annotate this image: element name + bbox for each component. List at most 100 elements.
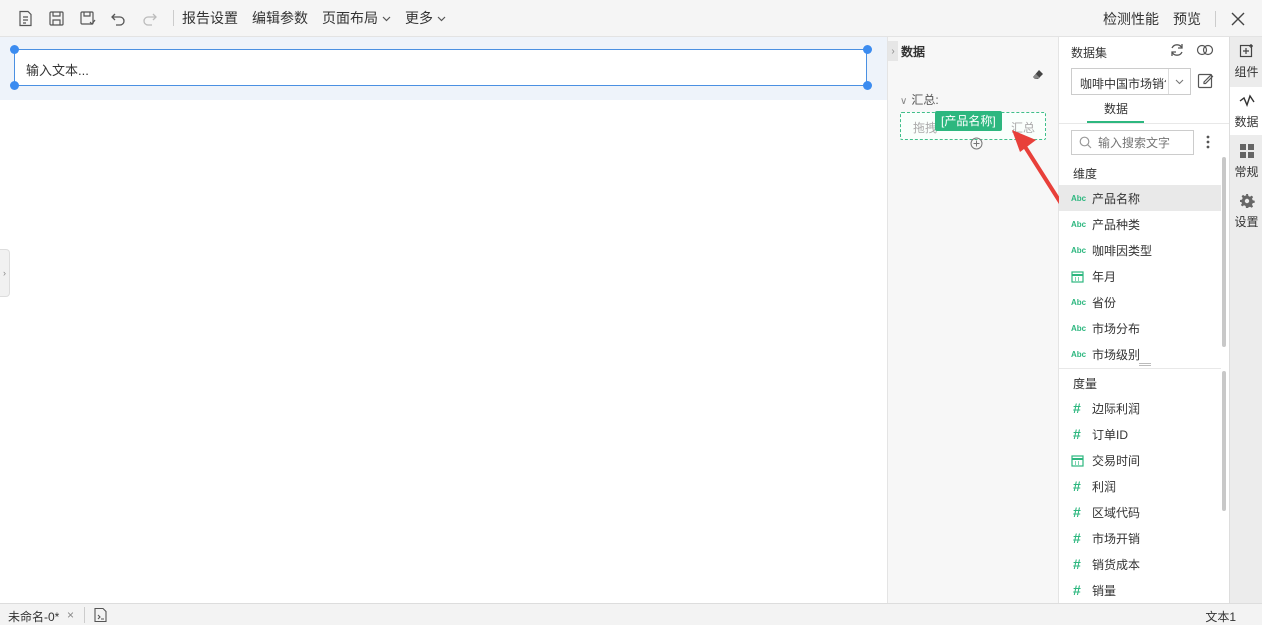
resize-handle[interactable] (863, 81, 872, 90)
measure-header: 度量 (1073, 377, 1098, 391)
edit-dataset-icon[interactable] (1197, 72, 1214, 89)
field-type-icon (1071, 270, 1087, 283)
summary-label: 汇总: (911, 93, 939, 107)
dataset-selected-value: 咖啡中国市场销售 (1080, 77, 1166, 91)
eraser-icon[interactable] (1032, 69, 1044, 81)
toolbar-right: 检测性能 预览 (1089, 0, 1262, 37)
field-item[interactable]: 年月 (1059, 263, 1221, 289)
report-settings-menu[interactable]: 报告设置 (182, 8, 238, 28)
field-item[interactable]: # 市场开销 (1059, 525, 1221, 551)
field-type-icon: Abc (1071, 298, 1087, 307)
field-name: 产品种类 (1092, 217, 1141, 232)
field-item[interactable]: Abc 产品名称 (1059, 185, 1221, 211)
field-type-icon: Abc (1071, 246, 1087, 255)
dimension-header: 维度 (1073, 167, 1098, 181)
dataset-relation-icon[interactable] (1196, 42, 1214, 58)
text-component-input[interactable]: 输入文本... (14, 49, 867, 86)
resize-handle[interactable] (863, 45, 872, 54)
dataset-select[interactable]: 咖啡中国市场销售 (1071, 68, 1191, 95)
gear-icon (1239, 194, 1255, 208)
field-item[interactable]: Abc 产品种类 (1059, 211, 1221, 237)
rail-item-general[interactable]: 常规 (1230, 137, 1262, 185)
status-separator (84, 607, 85, 623)
rail-label: 数据 (1234, 115, 1259, 129)
field-item[interactable]: Abc 咖啡因类型 (1059, 237, 1221, 263)
field-item[interactable]: # 利润 (1059, 473, 1221, 499)
text-type-icon: Abc (1071, 219, 1087, 229)
refresh-icon[interactable] (1169, 42, 1185, 58)
measure-scrollbar[interactable] (1222, 371, 1226, 511)
dataset-label: 数据集 (1071, 46, 1108, 60)
number-type-icon: # (1073, 504, 1081, 520)
rail-item-data[interactable]: 数据 (1230, 87, 1262, 135)
rail-item-components[interactable]: 组件 (1230, 37, 1262, 85)
section-divider (1059, 368, 1221, 369)
field-type-icon: # (1071, 426, 1087, 442)
redo-icon[interactable] (137, 6, 161, 30)
page-layout-menu[interactable]: 页面布局 (322, 8, 391, 28)
resize-handle[interactable] (10, 45, 19, 54)
field-item[interactable]: Abc 市场分布 (1059, 315, 1221, 341)
add-circle-icon[interactable] (970, 137, 983, 150)
field-item[interactable]: 交易时间 (1059, 447, 1221, 473)
field-item[interactable]: # 边际利润 (1059, 395, 1221, 421)
field-name: 市场开销 (1092, 531, 1141, 546)
field-item[interactable]: # 销量 (1059, 577, 1221, 603)
check-performance-button[interactable]: 检测性能 (1103, 9, 1159, 29)
save-as-icon[interactable] (75, 6, 99, 30)
resize-grip[interactable] (1139, 363, 1151, 366)
field-name: 咖啡因类型 (1092, 243, 1153, 258)
resize-handle[interactable] (10, 81, 19, 90)
search-icon (1079, 136, 1092, 149)
text-type-icon: Abc (1071, 349, 1087, 359)
grid-icon (1239, 144, 1254, 158)
search-input[interactable] (1098, 134, 1188, 151)
toolbar-separator (173, 10, 174, 26)
field-type-icon (1071, 454, 1087, 467)
summary-section[interactable]: ∨ 汇总: (900, 91, 939, 108)
tab-data[interactable]: 数据 (1087, 100, 1145, 117)
number-type-icon: # (1073, 400, 1081, 416)
field-type-icon: # (1071, 504, 1087, 520)
chevron-down-icon[interactable] (1168, 69, 1190, 94)
rail-item-settings[interactable]: 设置 (1230, 187, 1262, 235)
field-name: 产品名称 (1092, 191, 1141, 206)
text-placeholder: 输入文本... (26, 63, 89, 78)
field-item[interactable]: # 订单ID (1059, 421, 1221, 447)
more-menu[interactable]: 更多 (405, 8, 446, 28)
rail-label: 常规 (1234, 165, 1259, 179)
top-toolbar: 报告设置 编辑参数 页面布局 更多 检测性能 预览 (0, 0, 1262, 37)
bottom-status-bar: 未命名-0* × 文本1 (0, 603, 1262, 625)
field-type-icon: # (1071, 400, 1087, 416)
field-search-box[interactable] (1071, 130, 1194, 155)
number-type-icon: # (1073, 530, 1081, 546)
more-options-icon[interactable] (1204, 134, 1212, 150)
expand-left-panel-handle[interactable]: › (0, 249, 10, 297)
preview-button[interactable]: 预览 (1173, 9, 1201, 29)
tab-close-icon[interactable]: × (67, 608, 74, 622)
rail-label: 组件 (1234, 65, 1259, 79)
dragged-field-chip[interactable]: [产品名称] (935, 111, 1002, 131)
field-item[interactable]: Abc 省份 (1059, 289, 1221, 315)
field-item[interactable]: # 销货成本 (1059, 551, 1221, 577)
tab-divider (1059, 123, 1229, 124)
rail-label: 设置 (1234, 215, 1259, 229)
dimension-scrollbar[interactable] (1222, 157, 1226, 347)
report-tab[interactable]: 未命名-0* (8, 608, 59, 625)
report-canvas[interactable]: 输入文本... › (0, 37, 887, 603)
add-report-icon[interactable] (93, 607, 108, 623)
data-panel-title: 数据 (901, 45, 926, 59)
edit-params-menu[interactable]: 编辑参数 (252, 8, 308, 28)
collapse-panel-icon[interactable]: › (888, 41, 898, 61)
text-type-icon: Abc (1071, 323, 1087, 333)
field-item[interactable]: # 区域代码 (1059, 499, 1221, 525)
field-type-icon: # (1071, 556, 1087, 572)
undo-icon[interactable] (106, 6, 130, 30)
close-icon[interactable] (1228, 9, 1248, 29)
text-type-icon: Abc (1071, 297, 1087, 307)
calendar-icon (1071, 454, 1084, 467)
field-type-icon: Abc (1071, 220, 1087, 229)
number-type-icon: # (1073, 426, 1081, 442)
save-icon[interactable] (44, 6, 68, 30)
new-report-icon[interactable] (13, 6, 37, 30)
